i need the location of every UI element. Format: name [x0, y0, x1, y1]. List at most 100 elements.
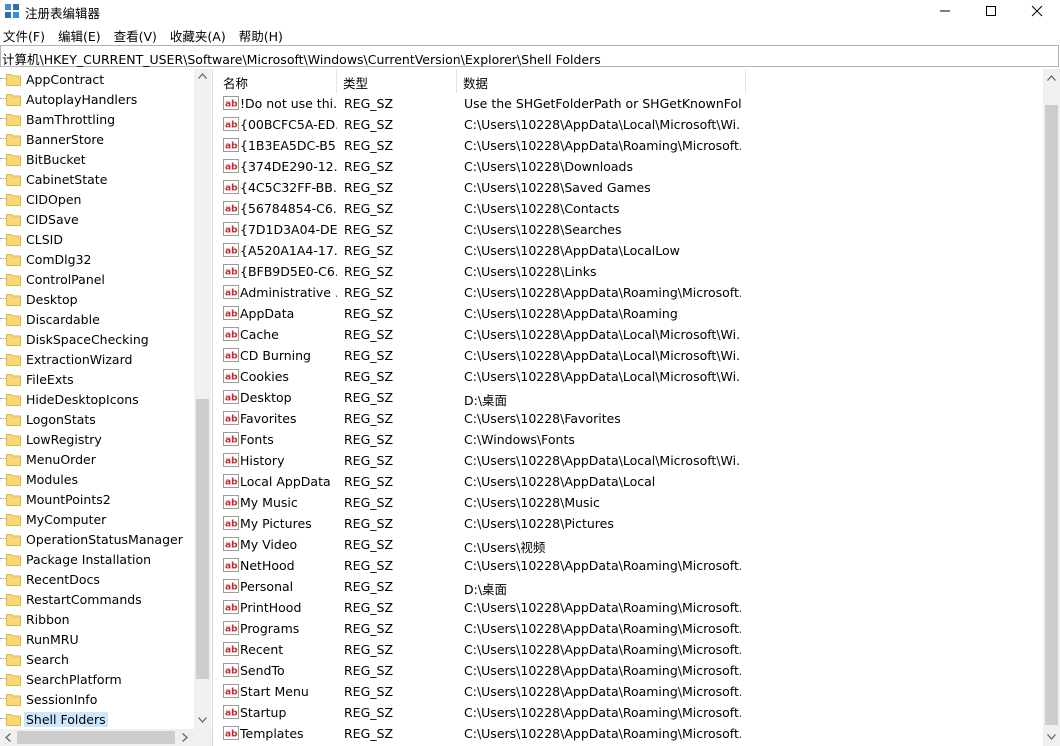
tree-item[interactable]: Shell Folders — [0, 709, 194, 729]
tree-item[interactable]: MyComputer — [0, 509, 194, 529]
scroll-down-arrow-icon[interactable] — [1047, 734, 1056, 740]
value-row[interactable]: ab Personal REG_SZ D:\桌面 — [217, 576, 1043, 597]
value-data: C:\Users\10228\AppData\Roaming\Microsoft… — [464, 705, 741, 720]
folder-icon — [6, 694, 21, 706]
tree-scroll-thumb[interactable] — [196, 399, 209, 679]
value-row[interactable]: ab {374DE290-12... REG_SZ C:\Users\10228\Do… — [217, 156, 1043, 177]
tree-item[interactable]: LowRegistry — [0, 429, 194, 449]
tree-item[interactable]: CLSID — [0, 229, 194, 249]
value-row[interactable]: ab Programs REG_SZ C:\Users\10228\AppData\R… — [217, 618, 1043, 639]
tree-item[interactable]: SessionInfo — [0, 689, 194, 709]
svg-text:ab: ab — [225, 184, 238, 194]
tree-item[interactable]: RecentDocs — [0, 569, 194, 589]
value-data: C:\Users\10228\Music — [464, 495, 600, 510]
scroll-up-arrow-icon[interactable] — [1047, 75, 1056, 81]
tree-item[interactable]: BitBucket — [0, 149, 194, 169]
menu-view[interactable]: 查看(V) — [111, 24, 163, 44]
menu-file[interactable]: 文件(F) — [0, 24, 51, 44]
value-row[interactable]: ab CD Burning REG_SZ C:\Users\10228\AppData… — [217, 345, 1043, 366]
value-row[interactable]: ab Fonts REG_SZ C:\Windows\Fonts — [217, 429, 1043, 450]
value-row[interactable]: ab {4C5C32FF-BB... REG_SZ C:\Users\10228\Sa… — [217, 177, 1043, 198]
maximize-button[interactable] — [968, 0, 1014, 22]
value-row[interactable]: ab Start Menu REG_SZ C:\Users\10228\AppData… — [217, 681, 1043, 702]
tree-item[interactable]: RunMRU — [0, 629, 194, 649]
tree-item[interactable]: Package Installation — [0, 549, 194, 569]
tree-item[interactable]: AutoplayHandlers — [0, 89, 194, 109]
value-row[interactable]: ab{7D1D3A04-DE... REG_SZ C:\Users\10228\Se… — [217, 219, 1043, 240]
value-type: REG_SZ — [344, 96, 394, 111]
tree-item[interactable]: Discardable — [0, 309, 194, 329]
menu-favorites[interactable]: 收藏夹(A) — [167, 24, 232, 44]
tree-item[interactable]: HideDesktopIcons — [0, 389, 194, 409]
address-bar[interactable]: 计算机\HKEY_CURRENT_USER\Software\Microsoft… — [0, 45, 1059, 67]
tree-item[interactable]: Modules — [0, 469, 194, 489]
reg-sz-value-icon: ab — [223, 243, 239, 257]
value-row[interactable]: ab NetHood REG_SZ C:\Users\10228\AppData\Ro… — [217, 555, 1043, 576]
tree-item[interactable]: BamThrottling — [0, 109, 194, 129]
value-row[interactable]: ab {56784854-C6... REG_SZ C:\Users\10228\Co… — [217, 198, 1043, 219]
tree-vertical-scrollbar[interactable] — [194, 69, 211, 729]
tree-item[interactable]: ExtractionWizard — [0, 349, 194, 369]
tree-hscroll-thumb[interactable] — [17, 731, 175, 744]
tree-item[interactable]: AppContract — [0, 69, 194, 89]
tree-item[interactable]: OperationStatusManager — [0, 529, 194, 549]
close-button[interactable] — [1014, 0, 1060, 22]
tree-item[interactable]: LogonStats — [0, 409, 194, 429]
tree-item[interactable]: ControlPanel — [0, 269, 194, 289]
value-type: REG_SZ — [344, 432, 394, 447]
scroll-down-arrow-icon[interactable] — [198, 717, 207, 723]
value-row[interactable]: ab Desktop REG_SZ D:\桌面 — [217, 387, 1043, 408]
menu-help[interactable]: 帮助(H) — [236, 24, 289, 44]
tree-item[interactable]: BannerStore — [0, 129, 194, 149]
value-name: Local AppData — [240, 474, 331, 489]
value-row[interactable]: ab {00BCFC5A-ED... REG_SZ C:\Users\10228\Ap… — [217, 114, 1043, 135]
value-row[interactable]: ab Local AppData REG_SZ C:\Users\10228\AppD… — [217, 471, 1043, 492]
tree-item[interactable]: Desktop — [0, 289, 194, 309]
values-scroll-thumb[interactable] — [1045, 105, 1058, 725]
tree-item[interactable]: DiskSpaceChecking — [0, 329, 194, 349]
tree-item[interactable]: CabinetState — [0, 169, 194, 189]
reg-sz-value-icon: ab — [223, 705, 239, 719]
value-row[interactable]: ab My Video REG_SZ C:\Users\视频 — [217, 534, 1043, 555]
tree-item[interactable]: CIDSave — [0, 209, 194, 229]
value-row[interactable]: ab Startup REG_SZ C:\Users\10228\AppData\Ro… — [217, 702, 1043, 723]
values-vertical-scrollbar[interactable] — [1043, 69, 1060, 746]
value-row[interactable]: ab !Do not use thi... REG_SZ Use the SHGetF… — [217, 93, 1043, 114]
scroll-up-arrow-icon[interactable] — [198, 73, 207, 79]
value-row[interactable]: ab PrintHood REG_SZ C:\Users\10228\AppData\… — [217, 597, 1043, 618]
tree-item[interactable]: RestartCommands — [0, 589, 194, 609]
tree-item[interactable]: MountPoints2 — [0, 489, 194, 509]
minimize-button[interactable] — [922, 0, 968, 22]
value-row[interactable]: ab {BFB9D5E0-C6... REG_SZ C:\Users\10228\Li… — [217, 261, 1043, 282]
folder-icon — [6, 414, 21, 426]
value-row[interactable]: ab My Music REG_SZ C:\Users\10228\Music — [217, 492, 1043, 513]
column-header-data[interactable]: 数据 — [457, 69, 746, 93]
tree-horizontal-scrollbar[interactable] — [0, 729, 212, 746]
value-row[interactable]: ab My Pictures REG_SZ C:\Users\10228\Pictur… — [217, 513, 1043, 534]
value-row[interactable]: ab {A520A1A4-17... REG_SZ C:\Users\10228\Ap… — [217, 240, 1043, 261]
tree-item[interactable]: ComDlg32 — [0, 249, 194, 269]
tree-item[interactable]: FileExts — [0, 369, 194, 389]
value-row[interactable]: ab Cookies REG_SZ C:\Users\10228\AppData\Lo… — [217, 366, 1043, 387]
value-row[interactable]: ab Cache REG_SZ C:\Users\10228\AppData\Loca… — [217, 324, 1043, 345]
column-header-name[interactable]: 名称 — [217, 69, 337, 93]
tree-item[interactable]: SearchPlatform — [0, 669, 194, 689]
value-row[interactable]: ab History REG_SZ C:\Users\10228\AppData\Lo… — [217, 450, 1043, 471]
value-row[interactable]: ab Recent REG_SZ C:\Users\10228\AppData\Roa… — [217, 639, 1043, 660]
value-row[interactable]: ab SendTo REG_SZ C:\Users\10228\AppData\Roa… — [217, 660, 1043, 681]
menu-edit[interactable]: 编辑(E) — [55, 24, 107, 44]
column-header-type[interactable]: 类型 — [337, 69, 457, 93]
scroll-left-arrow-icon[interactable] — [5, 733, 11, 742]
tree-item[interactable]: CIDOpen — [0, 189, 194, 209]
tree-item[interactable]: Search — [0, 649, 194, 669]
svg-text:ab: ab — [225, 583, 238, 593]
value-row[interactable]: ab Administrative ... REG_SZ C:\Users\10228… — [217, 282, 1043, 303]
scroll-right-arrow-icon[interactable] — [182, 733, 188, 742]
tree-item[interactable]: Ribbon — [0, 609, 194, 629]
value-data: C:\Users\10228\Searches — [464, 222, 622, 237]
value-row[interactable]: ab Templates REG_SZ C:\Users\10228\AppData\… — [217, 723, 1043, 744]
value-row[interactable]: ab AppData REG_SZ C:\Users\10228\AppData\Ro… — [217, 303, 1043, 324]
tree-item[interactable]: MenuOrder — [0, 449, 194, 469]
value-row[interactable]: ab {1B3EA5DC-B5... REG_SZ C:\Users\10228\Ap… — [217, 135, 1043, 156]
value-row[interactable]: ab Favorites REG_SZ C:\Users\10228\Favorite… — [217, 408, 1043, 429]
